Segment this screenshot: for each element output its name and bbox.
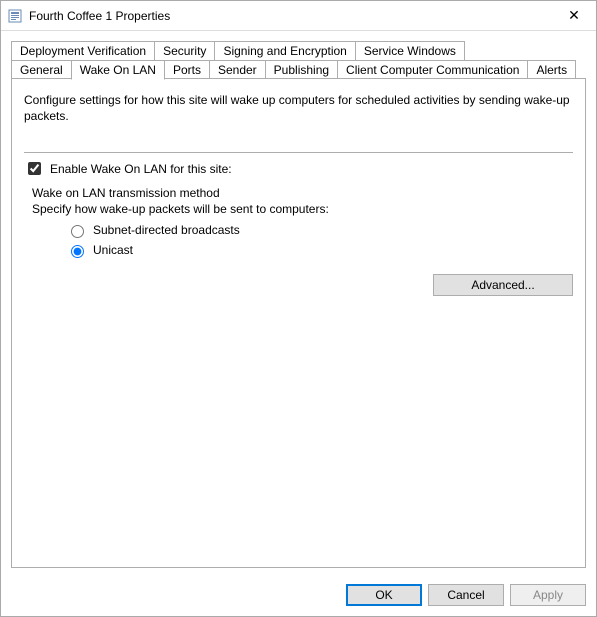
properties-window: Fourth Coffee 1 Properties ✕ Deployment … xyxy=(0,0,597,617)
dialog-body: Deployment Verification Security Signing… xyxy=(1,31,596,576)
transmission-method-title: Wake on LAN transmission method xyxy=(32,186,573,200)
tab-sender[interactable]: Sender xyxy=(209,60,266,80)
separator xyxy=(24,152,573,153)
radio-unicast-row[interactable]: Unicast xyxy=(66,242,573,258)
dialog-footer: OK Cancel Apply xyxy=(1,576,596,616)
transmission-method-hint: Specify how wake-up packets will be sent… xyxy=(32,202,573,216)
tab-wake-on-lan[interactable]: Wake On LAN xyxy=(71,60,165,80)
enable-wake-on-lan-checkbox[interactable] xyxy=(28,162,41,175)
panel-description: Configure settings for how this site wil… xyxy=(24,93,573,124)
advanced-row: Advanced... xyxy=(24,274,573,296)
tab-security[interactable]: Security xyxy=(154,41,215,61)
tab-alerts[interactable]: Alerts xyxy=(527,60,576,80)
advanced-button[interactable]: Advanced... xyxy=(433,274,573,296)
tab-deployment-verification[interactable]: Deployment Verification xyxy=(11,41,155,61)
ok-button[interactable]: OK xyxy=(346,584,422,606)
tab-general[interactable]: General xyxy=(11,60,72,80)
apply-button[interactable]: Apply xyxy=(510,584,586,606)
radio-subnet[interactable] xyxy=(71,225,84,238)
tabstrip: Deployment Verification Security Signing… xyxy=(11,41,586,79)
tab-signing-encryption[interactable]: Signing and Encryption xyxy=(214,41,355,61)
radio-unicast-label: Unicast xyxy=(93,243,133,257)
enable-wake-on-lan-row[interactable]: Enable Wake On LAN for this site: xyxy=(24,159,573,178)
tab-ports[interactable]: Ports xyxy=(164,60,210,80)
radio-subnet-row[interactable]: Subnet-directed broadcasts xyxy=(66,222,573,238)
tab-publishing[interactable]: Publishing xyxy=(265,60,338,80)
tab-service-windows[interactable]: Service Windows xyxy=(355,41,465,61)
transmission-method-group: Wake on LAN transmission method Specify … xyxy=(32,186,573,258)
enable-wake-on-lan-label: Enable Wake On LAN for this site: xyxy=(50,162,232,176)
close-icon: ✕ xyxy=(568,7,580,24)
close-button[interactable]: ✕ xyxy=(554,2,594,30)
tabpanel-wake-on-lan: Configure settings for how this site wil… xyxy=(11,78,586,568)
app-icon xyxy=(7,8,23,24)
cancel-button[interactable]: Cancel xyxy=(428,584,504,606)
window-title: Fourth Coffee 1 Properties xyxy=(29,9,554,23)
tab-client-computer-communication[interactable]: Client Computer Communication xyxy=(337,60,528,80)
radio-unicast[interactable] xyxy=(71,245,84,258)
radio-subnet-label: Subnet-directed broadcasts xyxy=(93,223,240,237)
titlebar: Fourth Coffee 1 Properties ✕ xyxy=(1,1,596,31)
